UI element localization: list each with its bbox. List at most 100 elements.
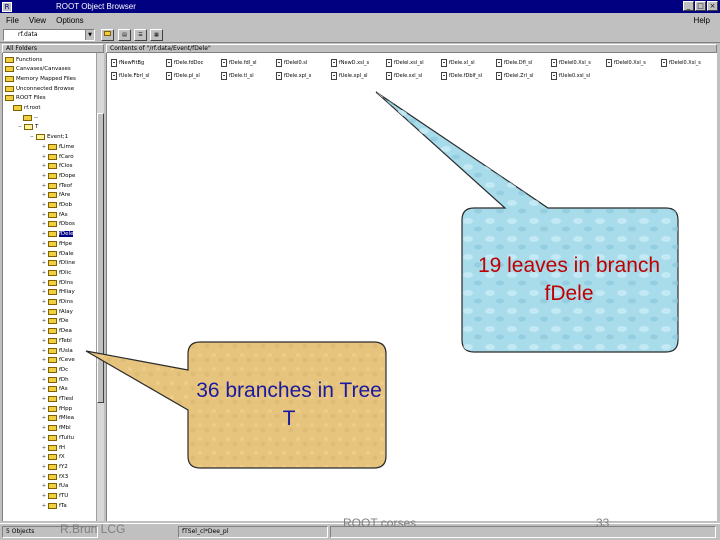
tree-item[interactable]: + fDlns: [41, 278, 73, 287]
menu-options[interactable]: Options: [56, 16, 84, 25]
tree-item[interactable]: Canvases/Canvases: [5, 65, 71, 74]
leaf-item[interactable]: fDele.fdDoc: [166, 58, 203, 67]
tree-item[interactable]: + fDope: [41, 171, 75, 180]
tree-item[interactable]: + fDale: [41, 249, 73, 258]
tree-item[interactable]: + fTultu: [41, 433, 74, 442]
tree-item[interactable]: + fH: [41, 443, 65, 452]
expand-icon[interactable]: +: [41, 493, 47, 499]
image-view-button[interactable]: ▦: [150, 29, 163, 41]
expand-icon[interactable]: +: [41, 299, 47, 305]
expand-icon[interactable]: +: [41, 144, 47, 150]
expand-icon[interactable]: +: [41, 154, 47, 160]
expand-icon[interactable]: +: [41, 435, 47, 441]
expand-icon[interactable]: +: [41, 396, 47, 402]
leaf-item[interactable]: fDelel0.Xsl_s: [606, 58, 646, 67]
expand-icon[interactable]: +: [41, 270, 47, 276]
path-combo[interactable]: rf.data ▼: [3, 29, 95, 41]
close-button[interactable]: ×: [707, 1, 718, 11]
expand-icon[interactable]: +: [41, 357, 47, 363]
tree-item[interactable]: + fDh: [41, 375, 69, 384]
tree-item[interactable]: rf.root: [13, 104, 41, 113]
expand-icon[interactable]: +: [41, 503, 47, 509]
tree-item[interactable]: + fAs: [41, 385, 68, 394]
expand-icon[interactable]: +: [41, 318, 47, 324]
expand-icon[interactable]: +: [41, 474, 47, 480]
leaf-item[interactable]: fDele.pl_sl: [166, 71, 200, 80]
tree-scrollbar[interactable]: [96, 53, 104, 521]
expand-icon[interactable]: +: [41, 338, 47, 344]
expand-icon[interactable]: +: [41, 348, 47, 354]
tree-item[interactable]: Memory Mapped Files: [5, 74, 76, 83]
tree-item[interactable]: + fHpp: [41, 404, 72, 413]
expand-icon[interactable]: +: [41, 377, 47, 383]
expand-icon[interactable]: +: [41, 328, 47, 334]
expand-icon[interactable]: +: [41, 464, 47, 470]
tree-item[interactable]: + fClos: [41, 162, 73, 171]
combo-arrow-icon[interactable]: ▼: [85, 30, 94, 40]
tree-item[interactable]: + fUsla: [41, 346, 73, 355]
tree-item[interactable]: Unconnected Browse: [5, 84, 74, 93]
leaf-item[interactable]: fDele.fdl_sl: [221, 58, 257, 67]
leaf-item[interactable]: fUele.xpl_sl: [331, 71, 368, 80]
up-level-button[interactable]: [101, 29, 114, 41]
tree-item[interactable]: + fDe: [41, 317, 69, 326]
leaf-item[interactable]: fDele.xpl_s: [276, 71, 311, 80]
leaf-item[interactable]: fUele.Fbrl_sl: [111, 71, 150, 80]
tree-item[interactable]: + fDlic: [41, 268, 71, 277]
leaf-item[interactable]: fDelel0.Xsl_s: [661, 58, 701, 67]
tree-item[interactable]: + fDc: [41, 365, 68, 374]
expand-icon[interactable]: +: [41, 260, 47, 266]
expand-icon[interactable]: +: [41, 415, 47, 421]
tree-item[interactable]: + fAlay: [41, 307, 73, 316]
tree-item[interactable]: ROOT Files: [5, 94, 46, 103]
expand-icon[interactable]: +: [41, 221, 47, 227]
expand-icon[interactable]: +: [41, 483, 47, 489]
expand-icon[interactable]: +: [41, 289, 47, 295]
collapse-icon[interactable]: −: [17, 124, 23, 130]
tree-item[interactable]: + fUa: [41, 482, 68, 491]
tree-item[interactable]: + fX3: [41, 472, 68, 481]
tree-item[interactable]: + fTa: [41, 501, 67, 510]
tree-item[interactable]: − T: [17, 123, 38, 132]
leaf-item[interactable]: fNewFitBg: [111, 58, 144, 67]
expand-icon[interactable]: +: [41, 183, 47, 189]
expand-icon[interactable]: +: [41, 454, 47, 460]
leaf-item[interactable]: fDelel.xsl_sl: [386, 58, 424, 67]
leaf-item[interactable]: fDelel0.sl: [276, 58, 307, 67]
tree-item[interactable]: + fTebl: [41, 336, 72, 345]
expand-icon[interactable]: +: [41, 406, 47, 412]
expand-icon[interactable]: +: [41, 231, 47, 237]
menu-file[interactable]: File: [6, 16, 19, 25]
tree-item[interactable]: + fDob: [41, 201, 72, 210]
maximize-button[interactable]: □: [695, 1, 706, 11]
expand-icon[interactable]: +: [41, 163, 47, 169]
tree-item[interactable]: + fLime: [41, 142, 74, 151]
tree-item[interactable]: + fCeve: [41, 356, 75, 365]
tree-item[interactable]: + fAs: [41, 210, 68, 219]
expand-icon[interactable]: +: [41, 173, 47, 179]
root-app-icon[interactable]: R: [2, 1, 12, 12]
tree-item[interactable]: + fDea: [41, 327, 72, 336]
tree-item[interactable]: + fDline: [41, 259, 75, 268]
tree-item[interactable]: + fTU: [41, 492, 68, 501]
leaf-item[interactable]: fDele.tl_sl: [221, 71, 254, 80]
expand-icon[interactable]: +: [41, 367, 47, 373]
tree-item[interactable]: + fY2: [41, 462, 68, 471]
expand-icon[interactable]: +: [41, 241, 47, 247]
tree-item[interactable]: + fMlea: [41, 414, 74, 423]
expand-icon[interactable]: +: [41, 192, 47, 198]
tree-item[interactable]: − Event;1: [29, 133, 68, 142]
tree-item[interactable]: + fDbos: [41, 220, 75, 229]
tree-item[interactable]: --: [23, 113, 38, 122]
collapse-icon[interactable]: −: [29, 134, 35, 140]
leaf-item[interactable]: fDele.fDblf_sl: [441, 71, 482, 80]
expand-icon[interactable]: +: [41, 309, 47, 315]
expand-icon[interactable]: +: [41, 386, 47, 392]
folder-tree[interactable]: Functions Canvases/Canvases Memory Mapped …: [2, 53, 96, 521]
expand-icon[interactable]: +: [41, 212, 47, 218]
expand-icon[interactable]: +: [41, 445, 47, 451]
leaf-item[interactable]: fDele.Dfl_sl: [496, 58, 532, 67]
tree-item[interactable]: + fDins: [41, 298, 73, 307]
tree-item[interactable]: + fDele: [41, 230, 74, 239]
expand-icon[interactable]: +: [41, 251, 47, 257]
